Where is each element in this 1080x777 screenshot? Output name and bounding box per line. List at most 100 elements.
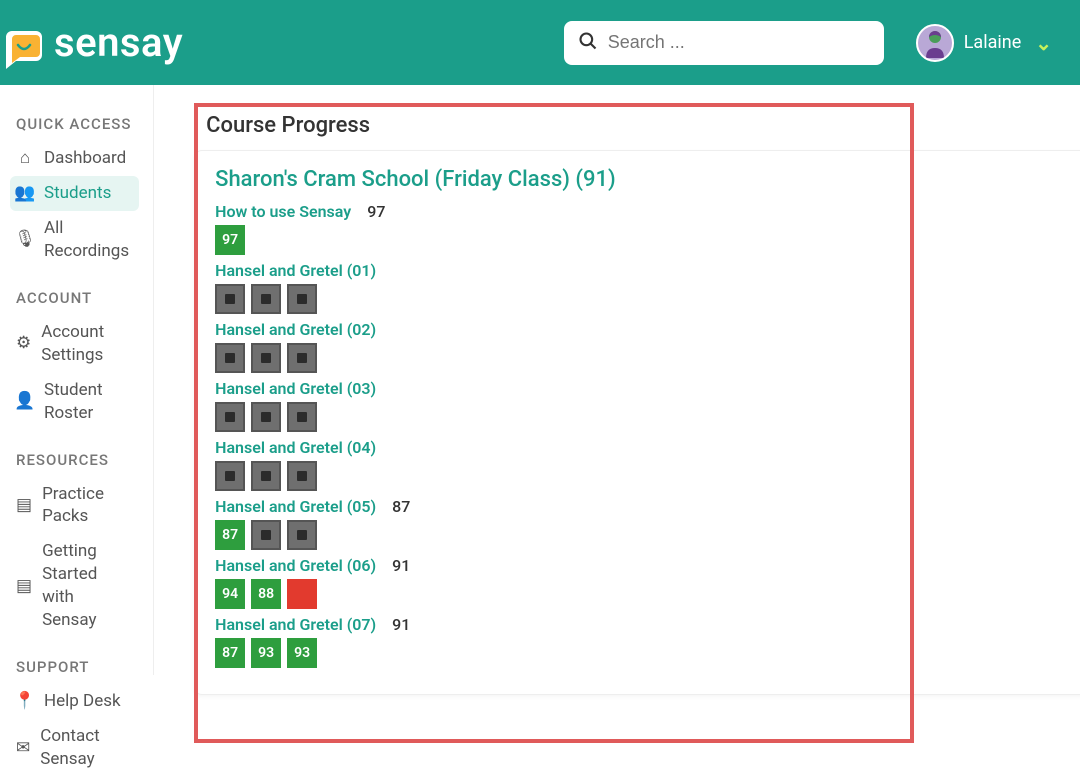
score-tile-grey[interactable] — [287, 461, 317, 491]
section-title: QUICK ACCESS — [16, 115, 139, 133]
roster-icon: 👤 — [16, 390, 34, 413]
nav-getting-started[interactable]: ▤ Getting Started with Sensay — [10, 534, 139, 638]
nav-label: Practice Packs — [42, 483, 129, 529]
score-tile-grey[interactable] — [251, 520, 281, 550]
lesson-link[interactable]: Hansel and Gretel (03) — [215, 379, 376, 398]
nav-all-recordings[interactable]: 🎙All Recordings — [10, 211, 139, 269]
score-tile-grey[interactable] — [287, 402, 317, 432]
tile-row — [215, 284, 1080, 314]
score-tile-green[interactable]: 87 — [215, 520, 245, 550]
lesson-link[interactable]: How to use Sensay — [215, 202, 351, 221]
stop-icon — [261, 294, 271, 304]
gear-icon: ⚙ — [16, 332, 31, 355]
lesson-row: Hansel and Gretel (02) — [215, 320, 1080, 373]
brand-logo[interactable]: sensay — [4, 13, 183, 73]
nav-practice-packs[interactable]: ▤Practice Packs — [10, 477, 139, 535]
score-tile-grey[interactable] — [215, 343, 245, 373]
search-input[interactable] — [608, 32, 870, 53]
section-title: SUPPORT — [16, 658, 139, 676]
score-tile-green[interactable]: 97 — [215, 225, 245, 255]
nav-label: Students — [44, 182, 111, 205]
tile-row — [215, 461, 1080, 491]
stop-icon — [225, 353, 235, 363]
score-tile-green[interactable]: 87 — [215, 638, 245, 668]
score-tile-grey[interactable] — [215, 402, 245, 432]
nav-label: Student Roster — [44, 379, 129, 425]
nav-label: Contact Sensay — [40, 725, 129, 771]
home-icon: ⌂ — [16, 147, 34, 170]
lesson-link[interactable]: Hansel and Gretel (02) — [215, 320, 376, 339]
score-tile-red[interactable] — [287, 579, 317, 609]
stop-icon — [261, 412, 271, 422]
logo-icon — [0, 25, 48, 73]
stop-icon — [261, 471, 271, 481]
stop-icon — [225, 294, 235, 304]
score-tile-green[interactable]: 88 — [251, 579, 281, 609]
score-tile-grey[interactable] — [287, 520, 317, 550]
score-tile-grey[interactable] — [251, 343, 281, 373]
lesson-link[interactable]: Hansel and Gretel (05) — [215, 497, 376, 516]
nav-student-roster[interactable]: 👤 Student Roster — [10, 373, 139, 431]
stop-icon — [297, 530, 307, 540]
user-menu[interactable]: Lalaine ⌄ — [916, 24, 1052, 62]
score-tile-grey[interactable] — [251, 402, 281, 432]
section-title: ACCOUNT — [16, 289, 139, 307]
brand-name: sensay — [54, 19, 183, 66]
users-icon: 👥 — [16, 182, 34, 205]
score-tile-green[interactable]: 94 — [215, 579, 245, 609]
lesson-score: 91 — [392, 556, 410, 575]
lesson-score: 97 — [367, 202, 385, 221]
stop-icon — [225, 412, 235, 422]
score-tile-grey[interactable] — [215, 461, 245, 491]
nav-dashboard[interactable]: ⌂ Dashboard — [10, 141, 139, 176]
lesson-row: Hansel and Gretel (03) — [215, 379, 1080, 432]
search-box[interactable] — [564, 21, 884, 65]
nav-account-settings[interactable]: ⚙ Account Settings — [10, 315, 139, 373]
nav-help-desk[interactable]: 📍Help Desk — [10, 684, 139, 719]
tile-row: 97 — [215, 225, 1080, 255]
tile-row: 87 — [215, 520, 1080, 550]
book-icon: ▤ — [16, 575, 32, 598]
stop-icon — [297, 471, 307, 481]
stop-icon — [297, 412, 307, 422]
stop-icon — [261, 530, 271, 540]
tile-row — [215, 402, 1080, 432]
nav-label: Account Settings — [41, 321, 129, 367]
main-content: Course Progress Sharon's Cram School (Fr… — [154, 85, 1080, 675]
progress-card: Sharon's Cram School (Friday Class) (91)… — [194, 150, 1080, 695]
score-tile-grey[interactable] — [215, 284, 245, 314]
lesson-score: 91 — [392, 615, 410, 634]
nav-students[interactable]: 👥 Students — [10, 176, 139, 211]
mail-icon: ✉ — [16, 737, 30, 760]
stop-icon — [261, 353, 271, 363]
stop-icon — [225, 471, 235, 481]
lesson-row: Hansel and Gretel (05)8787 — [215, 497, 1080, 550]
chevron-down-icon: ⌄ — [1035, 31, 1052, 55]
nav-label: Getting Started with Sensay — [42, 540, 129, 632]
lesson-link[interactable]: Hansel and Gretel (01) — [215, 261, 376, 280]
user-name: Lalaine — [964, 32, 1022, 53]
tile-row: 9488 — [215, 579, 1080, 609]
lesson-link[interactable]: Hansel and Gretel (06) — [215, 556, 376, 575]
nav-contact-sensay[interactable]: ✉ Contact Sensay — [10, 719, 139, 777]
stop-icon — [297, 294, 307, 304]
score-tile-grey[interactable] — [251, 284, 281, 314]
tile-row — [215, 343, 1080, 373]
score-tile-green[interactable]: 93 — [287, 638, 317, 668]
score-tile-grey[interactable] — [287, 284, 317, 314]
lesson-row: Hansel and Gretel (01) — [215, 261, 1080, 314]
lesson-link[interactable]: Hansel and Gretel (07) — [215, 615, 376, 634]
lesson-row: How to use Sensay 97 97 — [215, 202, 1080, 255]
avatar — [916, 24, 954, 62]
score-tile-grey[interactable] — [287, 343, 317, 373]
class-title-link[interactable]: Sharon's Cram School (Friday Class) (91) — [215, 167, 1080, 192]
lesson-link[interactable]: Hansel and Gretel (04) — [215, 438, 376, 457]
sidebar: QUICK ACCESS ⌂ Dashboard 👥 Students 🎙All Reco… — [0, 85, 154, 675]
search-icon — [578, 31, 598, 55]
lesson-row: Hansel and Gretel (06) 91 9488 — [215, 556, 1080, 609]
panel-title: Course Progress — [206, 113, 1080, 138]
score-tile-green[interactable]: 93 — [251, 638, 281, 668]
score-tile-grey[interactable] — [251, 461, 281, 491]
nav-label: Dashboard — [44, 147, 126, 170]
nav-label: Help Desk — [44, 690, 121, 713]
